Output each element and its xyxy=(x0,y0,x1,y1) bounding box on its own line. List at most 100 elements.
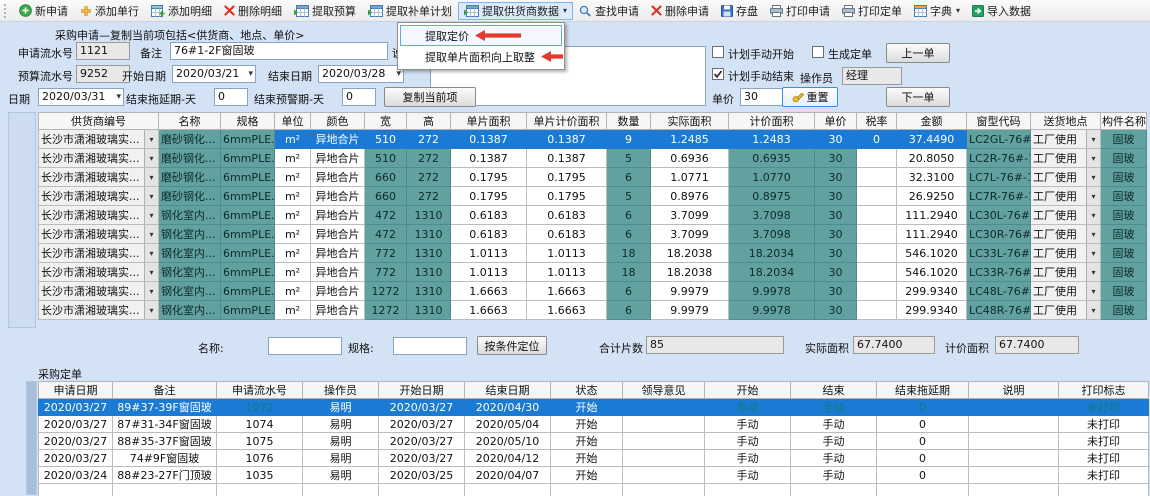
grid-cell[interactable]: 1.6663 xyxy=(527,282,607,301)
grid-cell[interactable]: 6 xyxy=(607,282,651,301)
column-header[interactable]: 单价 xyxy=(815,113,857,130)
grid-cell[interactable]: 111.2940 xyxy=(897,206,967,225)
grid-cell[interactable]: 472 xyxy=(365,206,407,225)
column-header[interactable]: 规格 xyxy=(221,113,275,130)
column-header[interactable]: 结束日期 xyxy=(465,382,551,399)
grid-cell[interactable]: 1310 xyxy=(407,282,451,301)
column-header[interactable]: 打印标志 xyxy=(1059,382,1149,399)
combo-cell[interactable]: 工厂使用▾ xyxy=(1031,130,1101,149)
combo-dropdown-icon[interactable]: ▾ xyxy=(144,263,158,281)
grid-cell[interactable]: 30 xyxy=(815,263,857,282)
grid-cell[interactable]: 472 xyxy=(365,225,407,244)
grid-cell[interactable]: m² xyxy=(275,282,311,301)
column-header[interactable]: 宽 xyxy=(365,113,407,130)
grid-cell[interactable]: 546.1020 xyxy=(897,263,967,282)
toolbar-button-import-data[interactable]: 导入数据 xyxy=(966,2,1037,20)
grid-cell[interactable]: 6mmPLE... xyxy=(221,168,275,187)
toolbar-button-add-detail[interactable]: 添加明细 xyxy=(145,2,218,20)
grid-cell[interactable]: 固玻 xyxy=(1101,244,1147,263)
grid-cell[interactable]: 1.0113 xyxy=(527,263,607,282)
combo-dropdown-icon[interactable]: ▾ xyxy=(1086,301,1100,319)
toolbar-button-print-request[interactable]: 打印申请 xyxy=(764,2,836,20)
grid-cell[interactable]: 0.1387 xyxy=(451,149,527,168)
toolbar-button-extract-budget[interactable]: 提取预算 xyxy=(288,2,362,20)
grid-cell[interactable]: 272 xyxy=(407,187,451,206)
grid-cell[interactable]: 手动 xyxy=(705,399,791,416)
grid-cell[interactable]: 2020/04/07 xyxy=(465,467,551,484)
grid-cell[interactable]: 未打印 xyxy=(1059,433,1149,450)
order-row[interactable]: 2020/03/2774#9F窗固玻1076易明2020/03/272020/0… xyxy=(39,450,1149,467)
grid-cell[interactable]: 易明 xyxy=(303,467,379,484)
grid-cell[interactable]: 0.1387 xyxy=(527,130,607,149)
grid-cell[interactable]: 磨砂钢化... xyxy=(159,130,221,149)
grid-cell[interactable]: 18 xyxy=(607,244,651,263)
grid-cell[interactable]: 6 xyxy=(607,225,651,244)
order-row[interactable]: 2020/03/2789#37-39F窗固玻1072易明2020/03/2720… xyxy=(39,399,1149,416)
grid-cell[interactable] xyxy=(623,416,705,433)
combo-dropdown-icon[interactable]: ▾ xyxy=(1086,244,1100,262)
grid-cell[interactable]: 钢化室内... xyxy=(159,225,221,244)
grid-cell[interactable]: 2020/04/30 xyxy=(465,399,551,416)
grid-cell[interactable]: 钢化室内... xyxy=(159,282,221,301)
grid-cell[interactable]: 6 xyxy=(607,301,651,320)
grid-cell[interactable]: LC33L-76#... xyxy=(967,244,1031,263)
grid-cell[interactable]: 9.9979 xyxy=(651,301,729,320)
grid-cell[interactable]: 手动 xyxy=(705,416,791,433)
table-row[interactable]: 长沙市潇湘玻璃实...▾钢化室内...6mmPLE...m²异地合片772131… xyxy=(39,263,1147,282)
grid-cell[interactable]: 5 xyxy=(607,187,651,206)
end-warn-field[interactable]: 0 xyxy=(342,88,376,106)
locate-by-condition-button[interactable]: 按条件定位 xyxy=(477,336,547,355)
grid-cell[interactable]: 18.2034 xyxy=(729,263,815,282)
grid-cell[interactable]: LC7R-76#-1FO xyxy=(967,187,1031,206)
grid-cell[interactable]: 异地合片 xyxy=(311,206,365,225)
grid-cell[interactable]: 2020/03/27 xyxy=(39,399,113,416)
grid-cell[interactable]: 1.6663 xyxy=(451,301,527,320)
grid-cell[interactable]: 1074 xyxy=(217,416,303,433)
grid-cell[interactable]: 钢化室内... xyxy=(159,301,221,320)
column-header[interactable]: 税率 xyxy=(857,113,897,130)
combo-cell[interactable]: 工厂使用▾ xyxy=(1031,187,1101,206)
grid-cell[interactable] xyxy=(857,282,897,301)
grid-cell[interactable]: 手动 xyxy=(791,416,877,433)
grid-cell[interactable]: 0.1387 xyxy=(451,130,527,149)
grid-cell[interactable]: 开始 xyxy=(551,467,623,484)
grid-cell[interactable] xyxy=(623,399,705,416)
grid-cell[interactable]: 9 xyxy=(607,130,651,149)
grid-cell[interactable]: 开始 xyxy=(551,450,623,467)
grid-cell[interactable]: 30 xyxy=(815,206,857,225)
grid-cell[interactable]: 87#31-34F窗固玻 xyxy=(113,416,217,433)
column-header[interactable]: 窗型代码 xyxy=(967,113,1031,130)
grid-cell[interactable]: 18.2034 xyxy=(729,244,815,263)
grid-cell[interactable]: m² xyxy=(275,149,311,168)
column-header[interactable]: 结束拖延期 xyxy=(877,382,969,399)
grid-cell[interactable]: 1.2483 xyxy=(729,130,815,149)
grid-cell[interactable]: 2020/04/12 xyxy=(465,450,551,467)
grid-cell[interactable] xyxy=(857,206,897,225)
grid-cell[interactable]: 1076 xyxy=(217,450,303,467)
combo-cell[interactable]: 长沙市潇湘玻璃实...▾ xyxy=(39,263,159,282)
combo-cell[interactable]: 工厂使用▾ xyxy=(1031,301,1101,320)
column-header[interactable]: 单片计价面积 xyxy=(527,113,607,130)
grid-cell[interactable]: 固玻 xyxy=(1101,130,1147,149)
combo-cell[interactable]: 工厂使用▾ xyxy=(1031,168,1101,187)
column-header[interactable]: 单片面积 xyxy=(451,113,527,130)
grid-cell[interactable]: 2020/03/25 xyxy=(379,467,465,484)
grid-cell[interactable]: 6mmPLE... xyxy=(221,130,275,149)
column-header[interactable]: 实际面积 xyxy=(651,113,729,130)
grid-cell[interactable] xyxy=(969,433,1059,450)
toolbar-button-extract-supplement-plan[interactable]: 提取补单计划 xyxy=(362,2,458,20)
toolbar-button-delete-detail[interactable]: 删除明细 xyxy=(218,2,288,20)
grid-cell[interactable]: 固玻 xyxy=(1101,206,1147,225)
column-header[interactable]: 开始日期 xyxy=(379,382,465,399)
column-header[interactable]: 操作员 xyxy=(303,382,379,399)
start-date-picker[interactable]: 2020/03/21 xyxy=(172,65,256,83)
grid-cell[interactable]: 30 xyxy=(815,130,857,149)
combo-dropdown-icon[interactable]: ▾ xyxy=(144,168,158,186)
grid-cell[interactable]: LC7L-76#-1FO xyxy=(967,168,1031,187)
column-header[interactable]: 构件名称 xyxy=(1101,113,1147,130)
grid-cell[interactable]: 0.6183 xyxy=(451,206,527,225)
grid-cell[interactable]: 手动 xyxy=(791,450,877,467)
grid-cell[interactable]: 20.8050 xyxy=(897,149,967,168)
grid-cell[interactable]: 手动 xyxy=(791,433,877,450)
grid-cell[interactable]: 772 xyxy=(365,263,407,282)
